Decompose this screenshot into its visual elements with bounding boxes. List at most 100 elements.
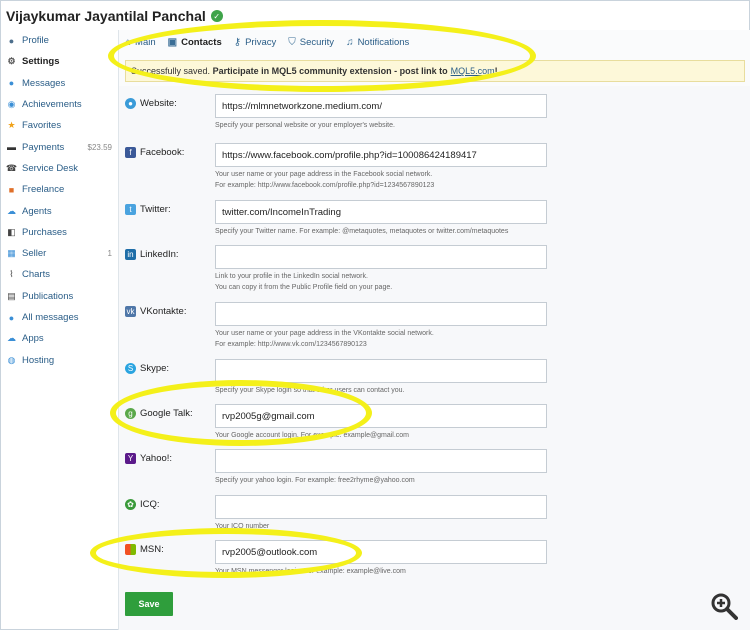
sidebar-item-freelance[interactable]: ■ Freelance — [0, 179, 118, 200]
shield-icon: ⛉ — [288, 36, 296, 48]
google-talk-input[interactable]: rvp2005g@gmail.com — [215, 404, 547, 428]
hint-line: Link to your profile in the LinkedIn soc… — [215, 273, 368, 280]
icq-hint: Your ICQ number — [215, 522, 555, 533]
google-talk-label-group: g Google Talk: — [125, 408, 193, 419]
sidebar-item-settings[interactable]: ⚙ Settings — [0, 51, 118, 72]
sidebar-item-agents[interactable]: ☁ Agents — [0, 200, 118, 221]
cloud-icon: ☁ — [7, 205, 16, 216]
tab-privacy[interactable]: ⚷ Privacy — [234, 37, 276, 48]
hint-line: Specify your personal website or your em… — [215, 122, 395, 129]
yahoo-label-group: Y Yahoo!: — [125, 453, 172, 464]
book-icon: ▤ — [7, 290, 16, 301]
tab-label: Contacts — [181, 36, 222, 48]
sidebar-item-messages[interactable]: ● Messages — [0, 73, 118, 94]
yahoo-hint: Specify your yahoo login. For example: f… — [215, 476, 555, 487]
sidebar: ● Profile ⚙ Settings ● Messages ◉ Achievemen… — [0, 30, 118, 371]
linkedin-label: LinkedIn: — [140, 249, 179, 260]
sidebar-item-label: Service Desk — [22, 162, 78, 174]
mql5-link[interactable]: MQL5.com — [451, 66, 495, 76]
tab-main[interactable]: ⌂ Main — [125, 37, 156, 48]
tab-label: Notifications — [357, 36, 410, 48]
star-icon: ★ — [7, 120, 16, 131]
sidebar-item-apps[interactable]: ☁ Apps — [0, 328, 118, 349]
sidebar-item-label: Hosting — [22, 354, 55, 366]
cart-icon: ◧ — [7, 226, 16, 237]
chat-icon: ● — [8, 78, 15, 89]
gear-icon: ⚙ — [7, 56, 16, 67]
vkontakte-input[interactable] — [215, 302, 547, 326]
website-input[interactable]: https://mlmnetworkzone.medium.com/ — [215, 94, 547, 118]
skype-input[interactable] — [215, 359, 547, 383]
sidebar-item-charts[interactable]: ⌇ Charts — [0, 264, 118, 285]
hint-line: You can copy it from the Public Profile … — [215, 283, 393, 291]
sidebar-item-label: Messages — [22, 77, 66, 89]
notice-tail: ! — [494, 66, 498, 76]
yahoo-icon: Y — [125, 453, 136, 464]
msn-input[interactable]: rvp2005@outlook.com — [215, 540, 547, 564]
facebook-label: Facebook: — [140, 147, 185, 158]
linkedin-input[interactable] — [215, 245, 547, 269]
verified-icon: ✓ — [210, 10, 223, 22]
msn-label-group: MSN: — [125, 544, 164, 555]
facebook-input[interactable]: https://www.facebook.com/profile.php?id=… — [215, 143, 547, 167]
windows-icon — [125, 544, 136, 555]
sidebar-item-purchases[interactable]: ◧ Purchases — [0, 222, 118, 243]
hint-line: Your MSN messenger login. For example: e… — [215, 568, 406, 575]
hint-line: For example: http://www.vk.com/123456789… — [215, 340, 367, 348]
twitter-input[interactable]: twitter.com/IncomeInTrading — [215, 200, 547, 224]
sidebar-item-label: Agents — [22, 205, 52, 217]
sidebar-item-label: Purchases — [22, 226, 67, 238]
card-icon: ▬ — [7, 142, 16, 153]
briefcase-icon: ■ — [8, 184, 15, 195]
website-label-group: ● Website: — [125, 98, 177, 109]
settings-tabs: ⌂ Main ▣ Contacts ⚷ Privacy ⛉ Security ♫ Noti… — [125, 34, 421, 50]
twitter-icon: t — [125, 204, 136, 215]
medal-icon: ◉ — [7, 99, 16, 110]
notice-text: Successfully saved. — [131, 66, 211, 76]
skype-label: Skype: — [140, 363, 170, 374]
yahoo-input[interactable] — [215, 449, 547, 473]
grid-icon: ▦ — [7, 248, 16, 259]
facebook-label-group: f Facebook: — [125, 147, 184, 158]
page-header: Vijaykumar Jayantilal Panchal ✓ — [6, 7, 223, 25]
hint-line: Specify your yahoo login. For example: f… — [215, 477, 415, 484]
yahoo-label: Yahoo!: — [140, 453, 173, 464]
sidebar-item-label: Charts — [22, 269, 50, 281]
sidebar-item-all-messages[interactable]: ● All messages — [0, 307, 118, 328]
tab-notifications[interactable]: ♫ Notifications — [346, 37, 409, 48]
zoom-in-icon[interactable] — [710, 592, 738, 620]
sidebar-item-seller[interactable]: ▦ Seller 1 — [0, 243, 118, 264]
facebook-hint: Your user name or your page address in t… — [215, 170, 555, 191]
sidebar-item-profile[interactable]: ● Profile — [0, 30, 118, 51]
chart-icon: ⌇ — [9, 269, 14, 280]
sidebar-item-achievements[interactable]: ◉ Achievements — [0, 94, 118, 115]
messages-icon: ● — [8, 312, 15, 323]
bell-icon: ♫ — [346, 36, 354, 48]
user-icon: ● — [8, 35, 15, 46]
icq-input[interactable] — [215, 495, 547, 519]
sidebar-item-favorites[interactable]: ★ Favorites — [0, 115, 118, 136]
phone-icon: ☎ — [5, 162, 18, 173]
sidebar-item-publications[interactable]: ▤ Publications — [0, 286, 118, 307]
notice-bold-text: Participate in MQL5 community extension … — [212, 66, 448, 76]
google-talk-hint: Your Google account login. For example: … — [215, 431, 555, 442]
msn-hint: Your MSN messenger login. For example: e… — [215, 567, 555, 578]
linkedin-hint: Link to your profile in the LinkedIn soc… — [215, 272, 555, 293]
tab-contacts[interactable]: ▣ Contacts — [168, 37, 222, 48]
tab-security[interactable]: ⛉ Security — [288, 37, 334, 48]
skype-hint: Specify your Skype login so that other u… — [215, 386, 555, 397]
sidebar-item-label: Settings — [22, 56, 60, 68]
contacts-form: ⌂ Main ▣ Contacts ⚷ Privacy ⛉ Security ♫ Noti… — [119, 30, 750, 630]
vkontakte-label: VKontakte: — [140, 306, 187, 317]
sidebar-item-payments[interactable]: ▬ Payments $23.59 — [0, 136, 118, 157]
linkedin-icon: in — [125, 249, 136, 260]
hint-line: Your user name or your page address in t… — [215, 171, 433, 178]
sidebar-item-label: Apps — [22, 333, 44, 345]
icq-label: ICQ: — [140, 499, 160, 510]
hint-line: For example: http://www.facebook.com/pro… — [215, 181, 435, 189]
apps-icon: ☁ — [7, 333, 16, 344]
save-button[interactable]: Save — [125, 592, 173, 616]
sidebar-item-hosting[interactable]: ◍ Hosting — [0, 349, 118, 370]
sidebar-item-service-desk[interactable]: ☎ Service Desk — [0, 158, 118, 179]
sidebar-item-label: Freelance — [22, 184, 65, 196]
